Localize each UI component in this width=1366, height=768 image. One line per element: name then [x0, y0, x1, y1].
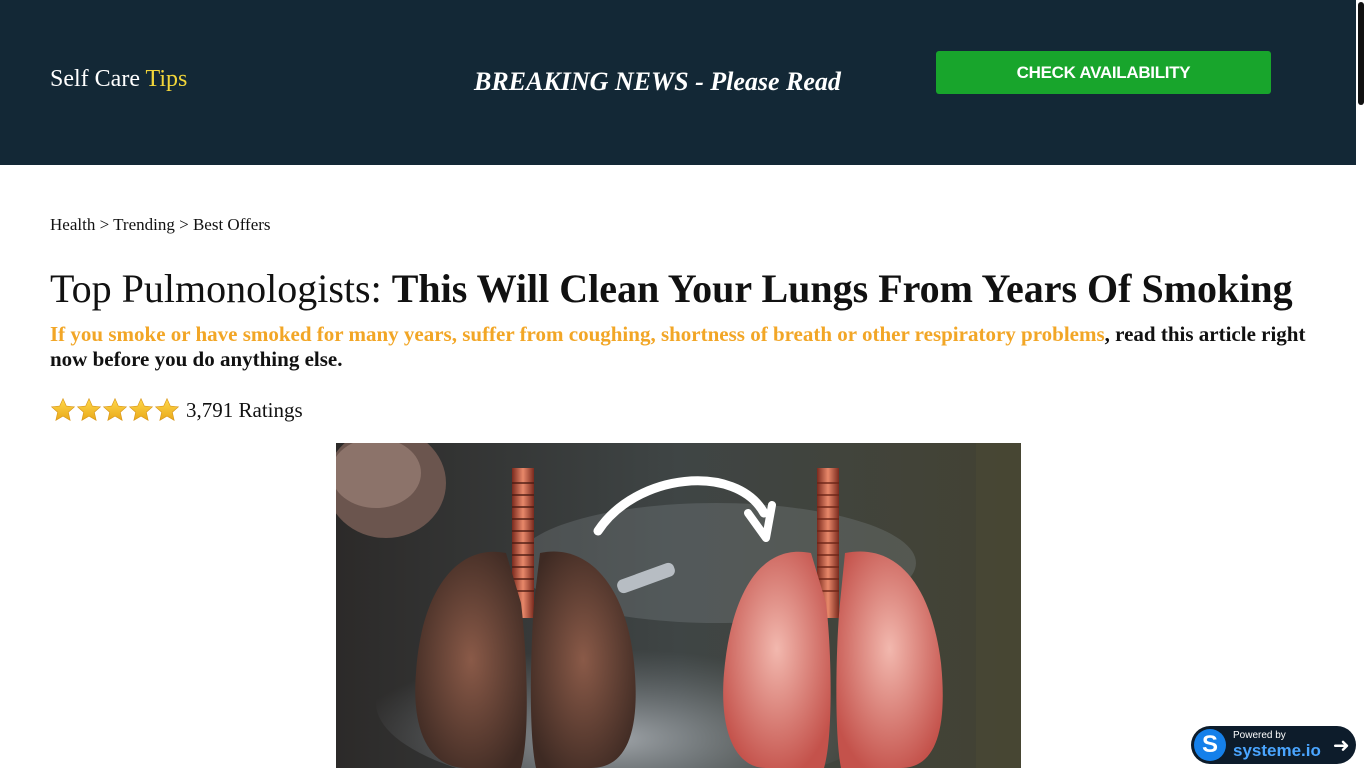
site-header: Self Care Tips BREAKING NEWS - Please Re… — [0, 0, 1356, 165]
scrollbar-thumb[interactable] — [1358, 2, 1364, 105]
breadcrumb-item-trending[interactable]: Trending — [113, 215, 175, 234]
rating-count: 3,791 Ratings — [186, 397, 303, 422]
star-icon — [76, 397, 102, 421]
breadcrumb-separator: > — [99, 215, 110, 234]
brand-main: Self Care — [50, 66, 140, 92]
breadcrumb-item-health[interactable]: Health — [50, 215, 95, 234]
page-title: Top Pulmonologists: This Will Clean Your… — [50, 264, 1293, 314]
lungs-illustration — [336, 443, 1021, 768]
title-prefix: Top Pulmonologists: — [50, 266, 382, 311]
breaking-news-banner: BREAKING NEWS - Please Read — [474, 67, 841, 96]
powered-by-systeme-badge[interactable]: S Powered by systeme.io ➜ — [1191, 726, 1356, 764]
site-brand[interactable]: Self Care Tips — [50, 64, 187, 94]
check-availability-button[interactable]: CHECK AVAILABILITY — [936, 51, 1271, 94]
breadcrumb-item-best-offers[interactable]: Best Offers — [193, 215, 271, 234]
article-lead: If you smoke or have smoked for many yea… — [50, 322, 1310, 372]
title-headline: This Will Clean Your Lungs From Years Of… — [391, 266, 1293, 311]
star-icon — [102, 397, 128, 421]
rating: 3,791 Ratings — [50, 396, 303, 424]
star-icon — [50, 397, 76, 421]
badge-brand: systeme.io — [1233, 741, 1321, 760]
breadcrumb-separator: > — [179, 215, 189, 234]
scrollbar[interactable] — [1356, 0, 1366, 768]
brand-accent: Tips — [145, 66, 188, 92]
rating-stars — [50, 397, 180, 423]
badge-text: Powered by systeme.io — [1233, 730, 1321, 760]
breadcrumb: Health > Trending > Best Offers — [50, 214, 271, 236]
page: Self Care Tips BREAKING NEWS - Please Re… — [0, 0, 1366, 768]
hero-image-lungs — [336, 443, 1021, 768]
systeme-logo-icon: S — [1194, 729, 1226, 761]
lead-highlight: If you smoke or have smoked for many yea… — [50, 322, 1105, 346]
star-icon — [154, 397, 180, 421]
star-icon — [128, 397, 154, 421]
arrow-right-icon: ➜ — [1332, 733, 1350, 757]
